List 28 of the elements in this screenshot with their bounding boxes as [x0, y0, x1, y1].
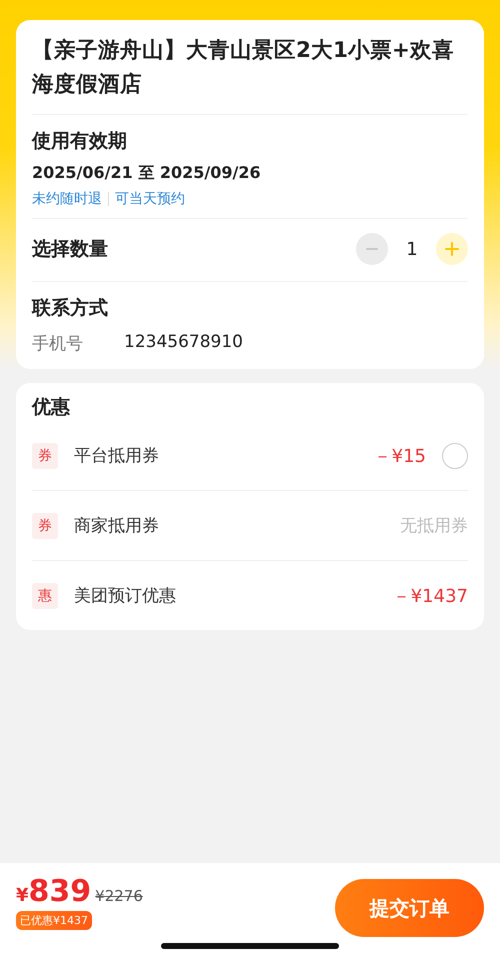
section-heading: 使用有效期 — [32, 129, 128, 154]
discount-amount: －¥1437 — [392, 584, 468, 608]
submit-order-button[interactable]: 提交订单 — [335, 879, 484, 937]
section-heading: 选择数量 — [32, 237, 108, 262]
radio-button[interactable] — [442, 442, 468, 468]
coupon-tag: 惠 — [32, 582, 58, 608]
policy-tag: 未约随时退 — [32, 190, 102, 208]
phone-number: 12345678910 — [124, 332, 243, 354]
section-heading: 联系方式 — [32, 296, 109, 321]
discount-name: 商家抵用券 — [74, 515, 160, 537]
policy-tag: 可当天预约 — [115, 190, 185, 208]
quantity-value: 1 — [405, 238, 419, 260]
total-price: 839 — [28, 875, 92, 909]
plus-icon — [444, 241, 460, 257]
phone-label: 手机号 — [32, 333, 84, 355]
currency-symbol: ¥ — [16, 885, 29, 906]
discount-note: 无抵用券 — [400, 515, 468, 537]
coupon-tag: 券 — [32, 442, 58, 468]
discount-name: 平台抵用券 — [74, 445, 160, 467]
discount-name: 美团预订优惠 — [74, 585, 177, 607]
savings-badge: 已优惠¥1437 — [16, 911, 92, 930]
discount-amount: －¥15 — [374, 444, 426, 468]
plus-button[interactable] — [436, 233, 468, 265]
section-heading: 优惠 — [32, 395, 71, 420]
validity-dates: 2025/06/21 至 2025/09/26 — [32, 163, 262, 184]
product-title: 【亲子游舟山】大青山景区2大1小票+欢喜海度假酒店 — [32, 20, 468, 115]
coupon-tag: 券 — [32, 512, 58, 538]
original-price: ¥2276 — [95, 887, 143, 905]
